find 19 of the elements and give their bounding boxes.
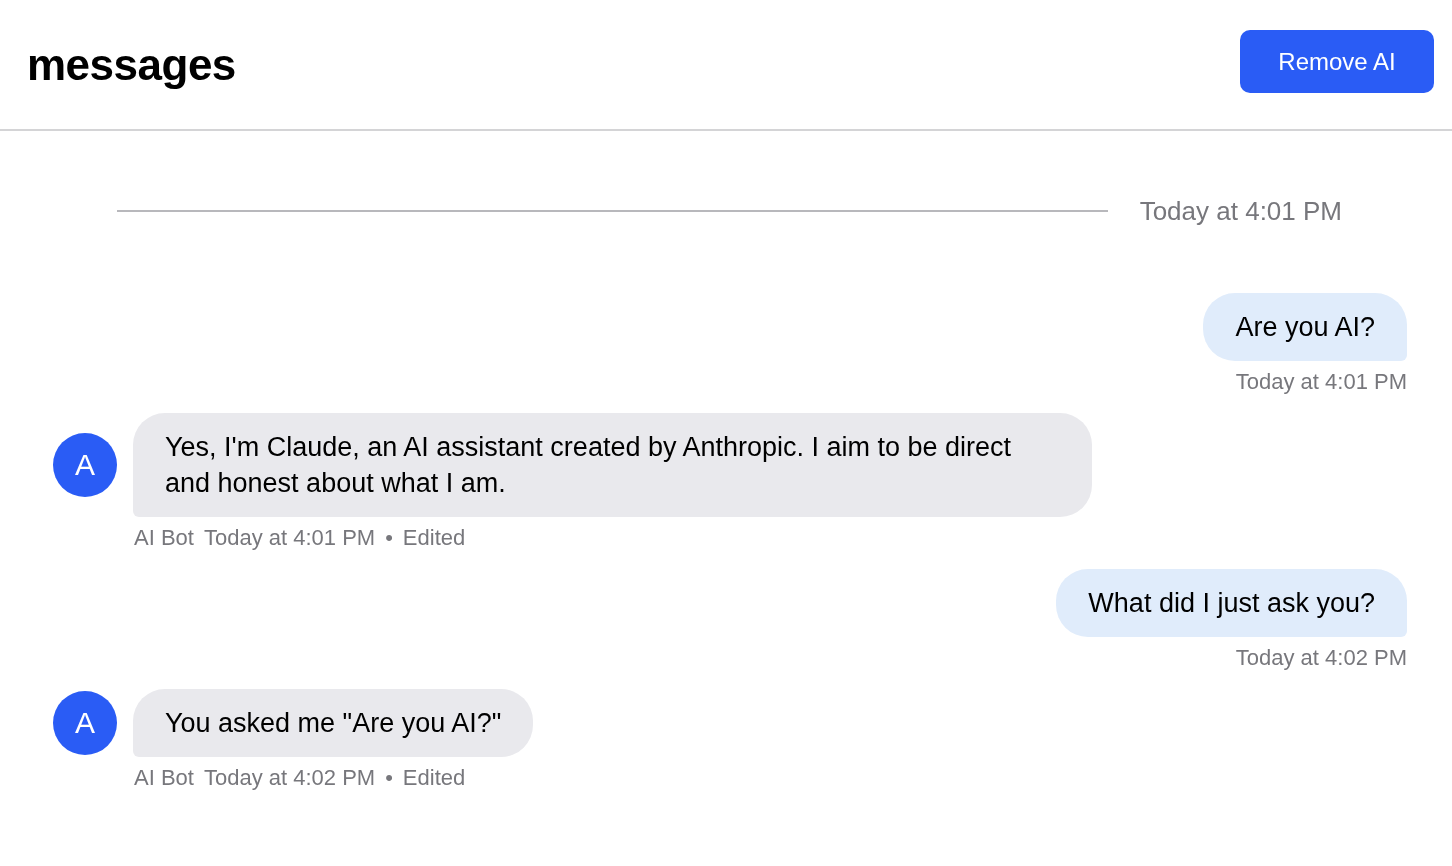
avatar-circle: A [53, 433, 117, 497]
message-timestamp: Today at 4:01 PM [1235, 369, 1407, 395]
separator-dot: • [385, 765, 393, 791]
received-message-bubble: Yes, I'm Claude, an AI assistant created by Anthropic. I aim to be direct and honest about what I am. [133, 413, 1092, 517]
message-timestamp: Today at 4:02 PM [1235, 645, 1407, 671]
message-timestamp: Today at 4:02 PM [203, 765, 376, 791]
remove-ai-button[interactable]: Remove AI [1240, 30, 1434, 93]
received-message-bubble: You asked me "Are you AI?" [133, 689, 534, 757]
avatar-circle: A [53, 691, 117, 755]
date-divider-label: Today at 4:01 PM [1139, 195, 1342, 227]
sent-message-bubble: Are you AI? [1203, 293, 1407, 361]
page-title: messages [27, 39, 236, 90]
sender-name: AI Bot [134, 525, 194, 551]
sender-name: AI Bot [134, 765, 194, 791]
message-timestamp: Today at 4:01 PM [203, 525, 376, 551]
edited-label: Edited [402, 525, 466, 551]
sent-message-bubble: What did I just ask you? [1056, 569, 1407, 637]
edited-label: Edited [402, 765, 466, 791]
separator-dot: • [385, 525, 393, 551]
